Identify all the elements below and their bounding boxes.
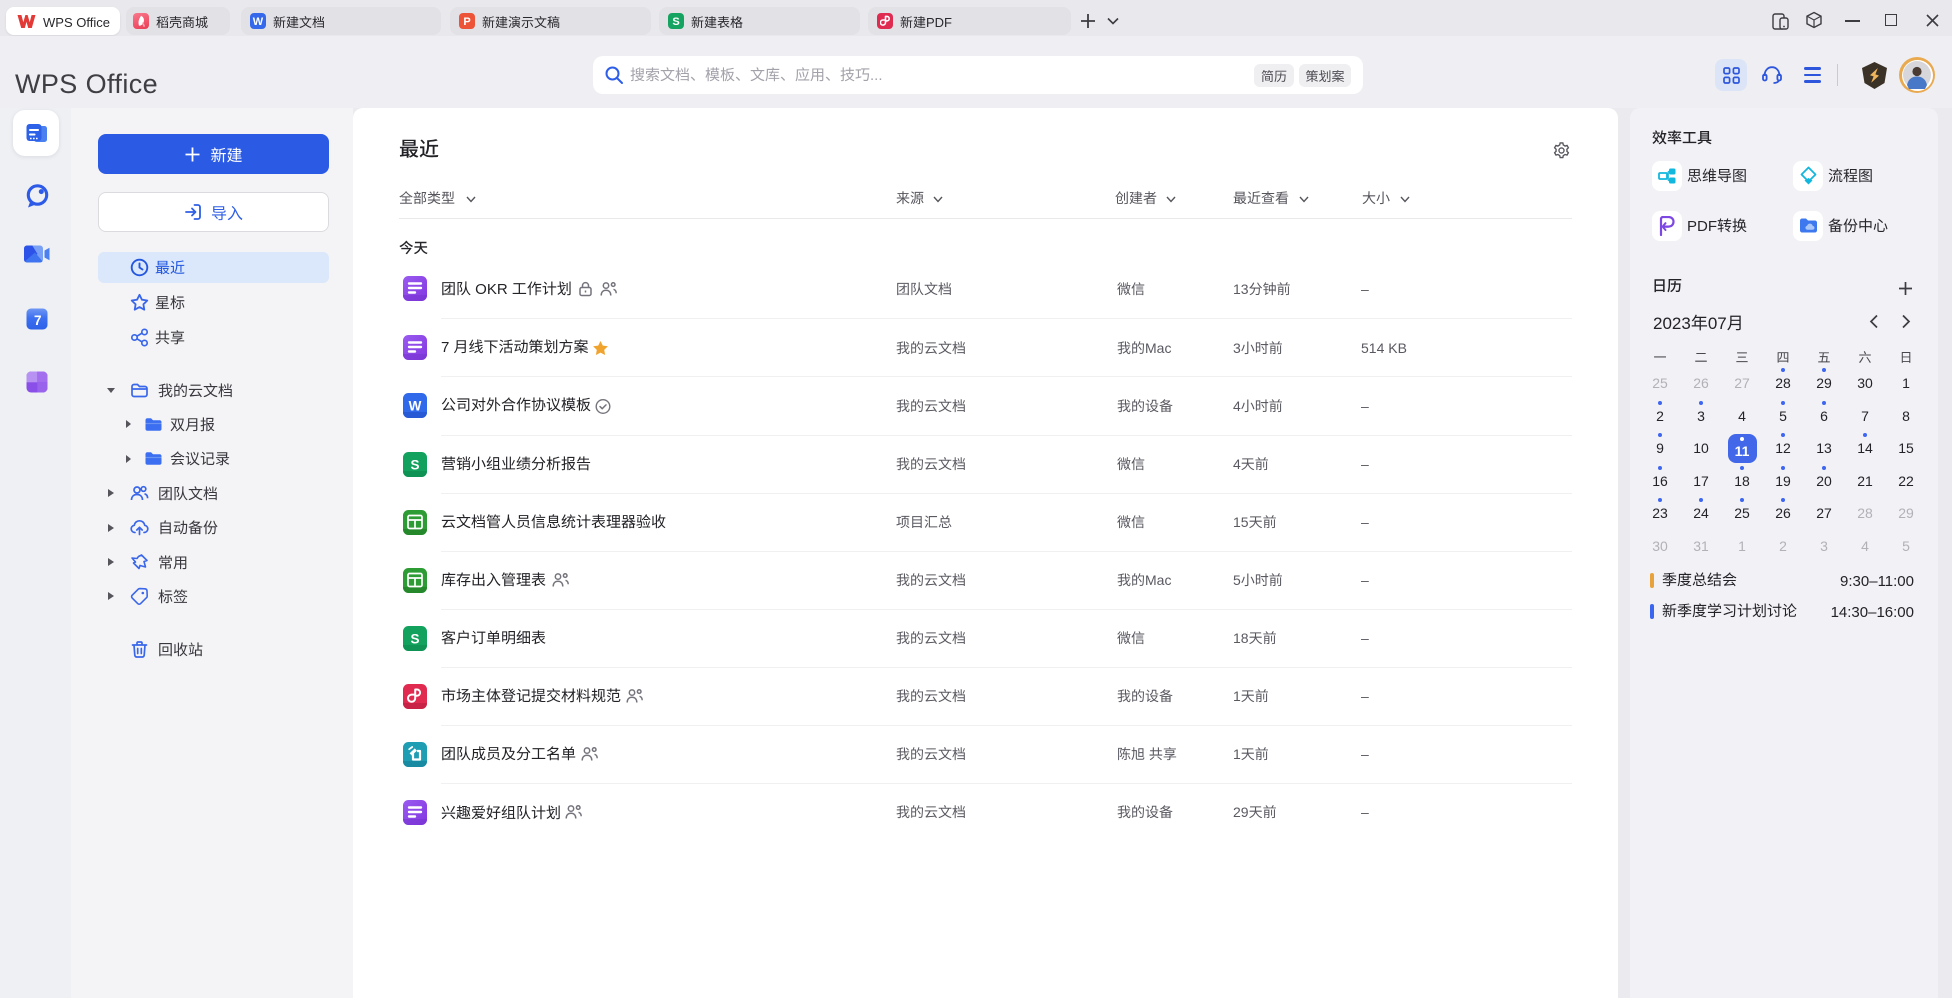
svg-text:7: 7 [34,313,42,328]
svg-text:W: W [409,399,422,414]
svg-text:S: S [410,458,419,473]
svg-text:S: S [410,632,419,647]
